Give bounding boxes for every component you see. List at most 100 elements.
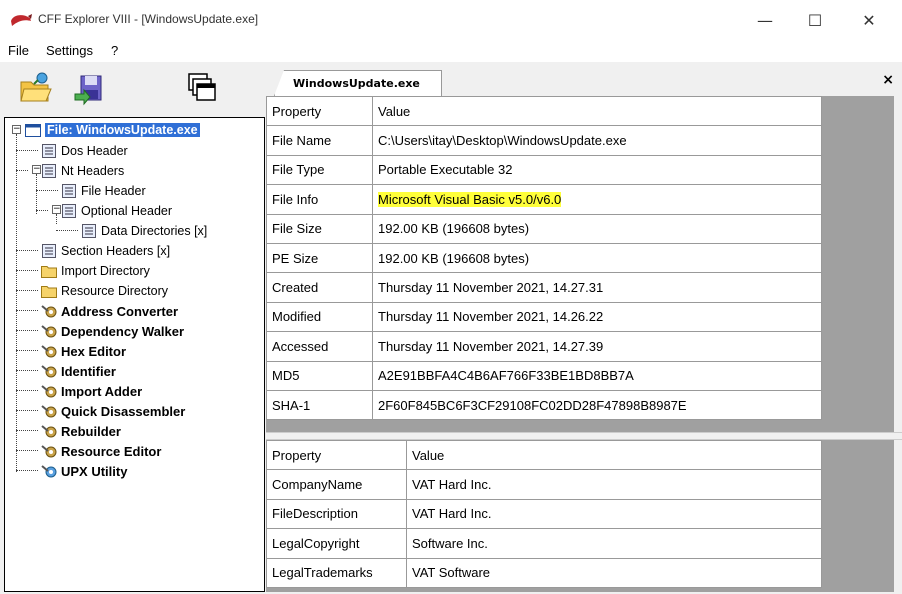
tool-icon <box>41 345 57 358</box>
tree-item-label: Hex Editor <box>61 343 127 359</box>
property-name: Accessed <box>266 331 373 362</box>
tool-icon <box>41 325 57 338</box>
property-value: A2E91BBFA4C4B6AF766F33BE1BD8BB7A <box>372 360 822 391</box>
table-row[interactable]: File Info Microsoft Visual Basic v5.0/v6.… <box>266 184 822 215</box>
tree-item-label: Address Converter <box>61 303 179 319</box>
tree-item-tool[interactable]: Address Converter <box>41 301 178 321</box>
collapse-toggle[interactable]: − <box>12 125 21 134</box>
table-row[interactable]: File Type Portable Executable 32 <box>266 154 822 186</box>
tree-item-optional-header[interactable]: Optional Header <box>61 201 172 221</box>
table-row[interactable]: SHA-1 2F60F845BC6F3CF29108FC02DD28F47898B… <box>266 389 822 421</box>
property-name: LegalTrademarks <box>266 557 407 588</box>
upx-icon <box>41 465 57 478</box>
menu-settings[interactable]: Settings <box>46 43 93 58</box>
property-value: Thursday 11 November 2021, 14.27.39 <box>372 331 822 362</box>
table-row[interactable]: File Size 192.00 KB (196608 bytes) <box>266 213 822 244</box>
collapse-toggle[interactable]: − <box>52 205 61 214</box>
windows-icon[interactable] <box>184 70 220 106</box>
tree-item-label: Data Directories [x] <box>101 224 208 238</box>
property-name: Created <box>266 272 373 303</box>
tree-item-tool[interactable]: Import Adder <box>41 381 142 401</box>
property-name: MD5 <box>266 360 373 391</box>
tool-icon <box>41 425 57 438</box>
app-logo-icon <box>11 14 32 26</box>
tree-item-nt-headers[interactable]: Nt Headers <box>41 161 124 181</box>
list-icon <box>82 224 96 238</box>
property-name: File Size <box>266 213 373 244</box>
title-bar: CFF Explorer VIII - [WindowsUpdate.exe] … <box>0 0 902 40</box>
tree-item-tool[interactable]: Dependency Walker <box>41 321 184 341</box>
tree-item-import-directory[interactable]: Import Directory <box>41 261 150 281</box>
tree-item-label: UPX Utility <box>61 463 128 479</box>
highlight-mark: Microsoft Visual Basic v5.0/v6.0 <box>378 191 562 207</box>
open-file-icon[interactable] <box>18 70 54 106</box>
tree-item-tool[interactable]: Rebuilder <box>41 421 121 441</box>
table-row[interactable]: LegalCopyright Software Inc. <box>266 528 822 559</box>
property-value: Thursday 11 November 2021, 14.26.22 <box>372 301 822 333</box>
property-value: VAT Hard Inc. <box>406 469 822 500</box>
tree-item-tool[interactable]: Quick Disassembler <box>41 401 185 421</box>
tool-icon <box>41 445 57 458</box>
tab-close-icon[interactable]: × <box>882 72 894 88</box>
table-row[interactable]: LegalTrademarks VAT Software <box>266 557 822 588</box>
tree-item-tool[interactable]: UPX Utility <box>41 461 127 481</box>
property-value: 192.00 KB (196608 bytes) <box>372 242 822 274</box>
table-row[interactable]: FileDescription VAT Hard Inc. <box>266 498 822 530</box>
table-row[interactable]: Modified Thursday 11 November 2021, 14.26… <box>266 301 822 333</box>
tree-item-tool[interactable]: Hex Editor <box>41 341 126 361</box>
tree-item-label: Import Adder <box>61 383 143 399</box>
property-value: Software Inc. <box>406 528 822 559</box>
version-info-table: Property Value CompanyName VAT Hard Inc. … <box>266 439 822 588</box>
panel-splitter[interactable] <box>266 432 902 440</box>
tree-item-resource-directory[interactable]: Resource Directory <box>41 281 168 301</box>
table-row[interactable]: CompanyName VAT Hard Inc. <box>266 469 822 500</box>
property-value: 2F60F845BC6F3CF29108FC02DD28F47898B8987E <box>372 389 822 421</box>
table-row[interactable]: MD5 A2E91BBFA4C4B6AF766F33BE1BD8BB7A <box>266 360 822 391</box>
tree-item-label: Rebuilder <box>61 423 121 439</box>
tree-item-tool[interactable]: Resource Editor <box>41 441 161 461</box>
table-header-row: Property Value <box>266 439 822 471</box>
tree-item-label: Dos Header <box>61 144 128 158</box>
property-value: VAT Hard Inc. <box>406 498 822 530</box>
tree-item-label: Quick Disassembler <box>61 403 186 419</box>
menu-file[interactable]: File <box>8 43 29 58</box>
tree-item-label: Optional Header <box>81 204 173 218</box>
table-row[interactable]: File Name C:\Users\itay\Desktop\WindowsUp… <box>266 125 822 156</box>
minimize-button[interactable]: — <box>742 0 788 40</box>
list-icon <box>62 184 76 198</box>
menu-bar: File Settings ? <box>0 40 902 62</box>
tree-item-file-header[interactable]: File Header <box>61 181 146 201</box>
menu-help[interactable]: ? <box>111 43 118 58</box>
column-header: Value <box>406 439 822 471</box>
tab-strip: WindowsUpdate.exe × <box>266 62 902 96</box>
list-icon <box>62 204 76 218</box>
tab-windowsupdate[interactable]: WindowsUpdate.exe <box>274 70 442 96</box>
close-button[interactable]: ✕ <box>846 0 892 40</box>
tool-icon <box>41 365 57 378</box>
tree-item-dos-header[interactable]: Dos Header <box>41 141 128 161</box>
table-row[interactable]: Created Thursday 11 November 2021, 14.27.… <box>266 272 822 303</box>
maximize-button[interactable]: ☐ <box>792 0 838 40</box>
column-header: Property <box>266 95 373 127</box>
tree-item-data-directories[interactable]: Data Directories [x] <box>81 221 207 241</box>
tree-item-section-headers[interactable]: Section Headers [x] <box>41 241 170 261</box>
list-icon <box>42 164 56 178</box>
property-name: LegalCopyright <box>266 528 407 559</box>
tree-item-label: Resource Editor <box>61 443 162 459</box>
property-name: File Type <box>266 154 373 186</box>
property-name: CompanyName <box>266 469 407 500</box>
window-title: CFF Explorer VIII - [WindowsUpdate.exe] <box>38 12 259 26</box>
save-file-icon[interactable] <box>72 70 108 106</box>
property-value-highlighted: Microsoft Visual Basic v5.0/v6.0 <box>372 184 822 215</box>
file-properties-panel: Property Value File Name C:\Users\itay\De… <box>266 95 894 432</box>
property-name: SHA-1 <box>266 389 373 421</box>
tree-item-tool[interactable]: Identifier <box>41 361 116 381</box>
tree-view[interactable]: − − − File: WindowsUpdate.exe Dos Header… <box>4 117 265 592</box>
table-row[interactable]: Accessed Thursday 11 November 2021, 14.27… <box>266 331 822 362</box>
table-row[interactable]: PE Size 192.00 KB (196608 bytes) <box>266 242 822 274</box>
toolbar <box>0 62 265 117</box>
tree-item-label: File: WindowsUpdate.exe <box>45 123 200 137</box>
tree-item-root[interactable]: File: WindowsUpdate.exe <box>25 120 200 140</box>
tree-item-label: Resource Directory <box>61 284 168 298</box>
collapse-toggle[interactable]: − <box>32 165 41 174</box>
